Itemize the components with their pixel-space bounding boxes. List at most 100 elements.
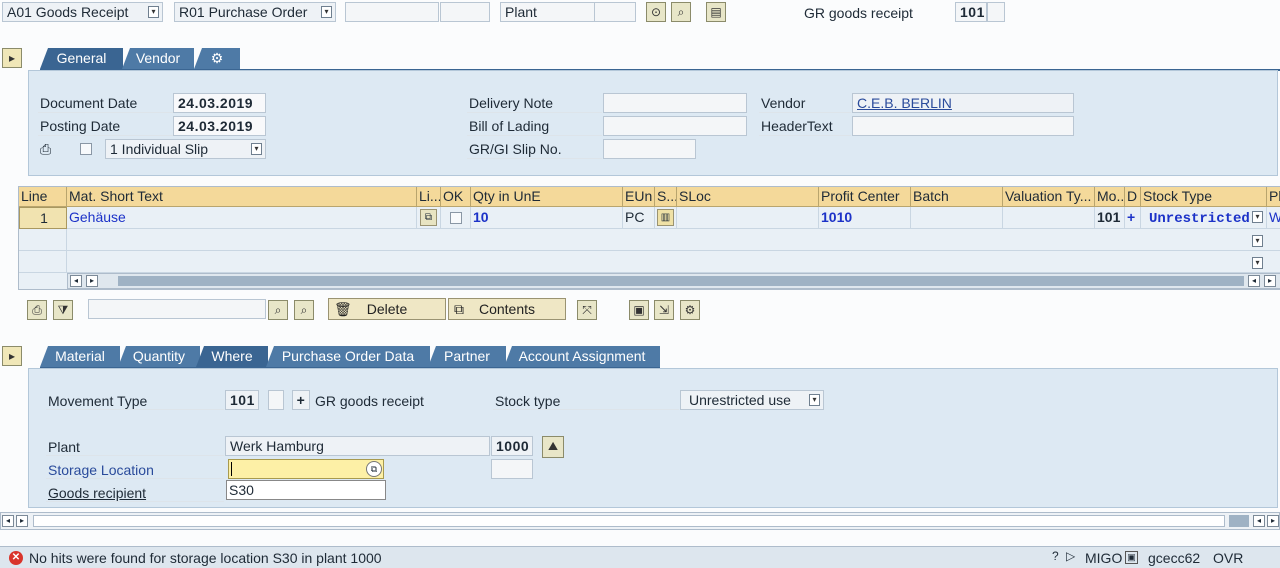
printer-icon[interactable]: ⎙ xyxy=(40,141,51,158)
empty-row-body[interactable] xyxy=(67,251,1280,273)
movement-special-field[interactable] xyxy=(268,390,284,410)
input-mode[interactable]: OVR xyxy=(1213,549,1243,567)
cell-mo[interactable]: 101 xyxy=(1095,207,1125,229)
cell-batch[interactable] xyxy=(911,207,1003,229)
document-date-field[interactable]: 24.03.2019 xyxy=(173,93,266,113)
find-icon[interactable]: ⌕ xyxy=(268,300,288,320)
scroll-right-icon[interactable]: ▸ xyxy=(86,275,98,287)
cell-eun[interactable]: PC xyxy=(623,207,655,229)
movement-top-extra[interactable] xyxy=(987,2,1005,22)
dropdown-icon[interactable]: ▾ xyxy=(1252,235,1263,247)
col-header-ok[interactable]: OK xyxy=(441,187,471,207)
posting-date-field[interactable]: 24.03.2019 xyxy=(173,116,266,136)
col-header-sloc[interactable]: SLoc xyxy=(677,187,819,207)
tab-account-assignment[interactable]: Account Assignment xyxy=(504,346,660,367)
stock-icon[interactable]: ▥ xyxy=(657,209,674,226)
col-header-d[interactable]: D xyxy=(1125,187,1141,207)
scrollbar-thumb[interactable] xyxy=(118,276,1244,286)
empty-row-body[interactable] xyxy=(67,229,1280,251)
execute-icon[interactable]: ⊙ xyxy=(646,2,666,22)
folder-icon[interactable]: ▣ xyxy=(629,300,649,320)
reference-item-field[interactable] xyxy=(440,2,490,22)
col-header-text[interactable]: Mat. Short Text xyxy=(67,187,417,207)
gr-gi-slip-field[interactable] xyxy=(603,139,696,159)
cell-stock-type[interactable]: Unrestricted ▾ xyxy=(1141,207,1267,229)
col-header-batch[interactable]: Batch xyxy=(911,187,1003,207)
delete-button[interactable]: 🗑 Delete xyxy=(328,298,446,320)
storage-location-field[interactable]: ⧉ xyxy=(228,459,384,479)
vendor-value[interactable]: C.E.B. BERLIN xyxy=(857,95,952,111)
tab-partner[interactable]: Partner xyxy=(428,346,506,367)
cell-line[interactable]: 1 xyxy=(19,207,67,229)
dropdown-icon[interactable]: ▾ xyxy=(148,6,159,18)
ok-checkbox[interactable] xyxy=(450,212,462,224)
cell-valuation[interactable] xyxy=(1003,207,1095,229)
item-search-field[interactable] xyxy=(88,299,266,319)
header-text-field[interactable] xyxy=(852,116,1074,136)
document-icon[interactable]: ▤ xyxy=(706,2,726,22)
cell-qty[interactable]: 10 xyxy=(471,207,623,229)
dropdown-icon[interactable]: ▾ xyxy=(251,143,262,155)
slip-select[interactable]: 1 Individual Slip ▾ xyxy=(105,139,266,159)
print-item-icon[interactable]: ⎙ xyxy=(27,300,47,320)
cell-sloc[interactable] xyxy=(677,207,819,229)
cell-d[interactable]: + xyxy=(1125,207,1141,229)
tab-vendor[interactable]: Vendor xyxy=(122,48,194,69)
col-header-profit-center[interactable]: Profit Center xyxy=(819,187,911,207)
tab-material[interactable]: Material xyxy=(40,346,120,367)
table-scrollbar[interactable]: ◂ ▸ ◂ ▸ xyxy=(67,273,1280,289)
scroll-left-icon[interactable]: ◂ xyxy=(70,275,82,287)
detail-toggle-icon[interactable]: ▸ xyxy=(2,346,22,366)
dropdown-icon[interactable]: ▾ xyxy=(1252,257,1263,269)
print-checkbox[interactable] xyxy=(80,143,92,155)
col-header-li[interactable]: Li... xyxy=(417,187,441,207)
plant-detail-icon[interactable]: ⛰ xyxy=(542,436,564,458)
action-select[interactable]: A01 Goods Receipt ▾ xyxy=(2,2,163,22)
empty-row-line[interactable] xyxy=(19,229,67,251)
vendor-field[interactable]: C.E.B. BERLIN xyxy=(852,93,1074,113)
scroll-left-icon[interactable]: ◂ xyxy=(2,515,14,527)
tab-header-more[interactable]: ⚙ xyxy=(194,48,240,69)
bill-of-lading-field[interactable] xyxy=(603,116,747,136)
export-icon[interactable]: ⇲ xyxy=(654,300,674,320)
col-header-valuation[interactable]: Valuation Ty... xyxy=(1003,187,1095,207)
cell-li[interactable]: ⧉ xyxy=(417,207,441,229)
delivery-note-field[interactable] xyxy=(603,93,747,113)
autocomplete-option[interactable]: S30 xyxy=(229,482,254,498)
cell-profit-center[interactable]: 1010 xyxy=(819,207,911,229)
col-header-stock-type[interactable]: Stock Type xyxy=(1141,187,1267,207)
expand-status-icon[interactable]: ▷ xyxy=(1066,549,1075,563)
stock-type-select[interactable]: Unrestricted use ▾ xyxy=(680,390,824,410)
tab-where[interactable]: Where xyxy=(196,346,268,367)
search-help-icon[interactable]: ⧉ xyxy=(366,461,382,477)
dropdown-icon[interactable]: ▾ xyxy=(809,394,820,406)
col-header-pl[interactable]: Pl xyxy=(1267,187,1280,207)
config-icon[interactable]: ⚙ xyxy=(680,300,700,320)
col-header-line[interactable]: Line xyxy=(19,187,67,207)
cell-text[interactable]: Gehäuse xyxy=(67,207,417,229)
plant-top-field[interactable] xyxy=(594,2,636,22)
binoculars-icon[interactable]: ⌕ xyxy=(671,2,691,22)
scroll-left-icon[interactable]: ◂ xyxy=(1253,515,1265,527)
scroll-right-icon[interactable]: ▸ xyxy=(1267,515,1279,527)
dropdown-icon[interactable]: ▾ xyxy=(1252,211,1263,223)
cell-s[interactable]: ▥ xyxy=(655,207,677,229)
expand-icon[interactable]: ⤧ xyxy=(577,300,597,320)
find-next-icon[interactable]: ⌕ xyxy=(294,300,314,320)
status-message[interactable]: No hits were found for storage location … xyxy=(29,549,382,567)
movement-type-field[interactable]: 101 xyxy=(225,390,259,410)
empty-row-line[interactable] xyxy=(19,251,67,273)
scroll-left-icon[interactable]: ◂ xyxy=(1248,275,1260,287)
cell-pl[interactable]: W xyxy=(1267,207,1280,229)
help-icon[interactable]: ? xyxy=(1052,549,1059,563)
col-header-s[interactable]: S... xyxy=(655,187,677,207)
window-scrollbar[interactable]: ◂ ▸ ◂ ▸ xyxy=(0,512,1280,530)
scrollbar-track[interactable] xyxy=(33,515,1225,527)
server-icon[interactable]: ▣ xyxy=(1125,551,1138,564)
header-toggle-icon[interactable]: ▸ xyxy=(2,48,22,68)
dropdown-icon[interactable]: ▾ xyxy=(321,6,332,18)
filter-icon[interactable]: ⧩ xyxy=(53,300,73,320)
tab-purchase-order-data[interactable]: Purchase Order Data xyxy=(266,346,430,367)
cell-ok[interactable] xyxy=(441,207,471,229)
reference-select[interactable]: R01 Purchase Order ▾ xyxy=(174,2,336,22)
